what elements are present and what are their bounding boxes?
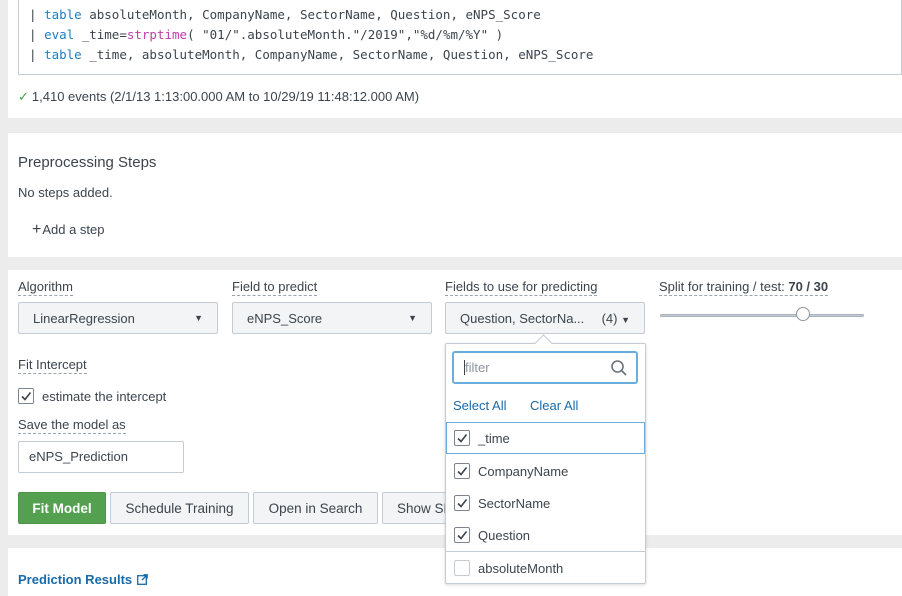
command-keyword: eval bbox=[44, 27, 75, 42]
add-step-label: Add a step bbox=[42, 222, 105, 237]
events-summary: ✓ 1,410 events (2/1/13 1:13:00.000 AM to … bbox=[18, 89, 419, 105]
command-args: ( "01/".absoluteMonth."/2019","%d/%m/%Y"… bbox=[187, 27, 504, 42]
command-args: absoluteMonth, CompanyName, SectorName, … bbox=[81, 7, 541, 22]
checkmark-icon bbox=[21, 392, 32, 401]
command-args: _time= bbox=[74, 27, 127, 42]
open-in-search-button[interactable]: Open in Search bbox=[253, 492, 378, 524]
fields-to-use-dropdown[interactable]: Question, SectorNa... (4) ▼ bbox=[445, 302, 645, 334]
field-option-label: SectorName bbox=[478, 495, 551, 511]
no-steps-text: No steps added. bbox=[18, 185, 113, 200]
select-all-link[interactable]: Select All bbox=[453, 398, 506, 413]
pipe-symbol: | bbox=[29, 47, 37, 62]
checkmark-icon bbox=[457, 531, 468, 540]
field-to-predict-value: eNPS_Score bbox=[247, 310, 323, 326]
fit-model-button[interactable]: Fit Model bbox=[18, 492, 106, 524]
field-checkbox[interactable] bbox=[454, 430, 470, 446]
algorithm-label: Algorithm bbox=[18, 279, 73, 296]
search-line: | eval _time=strptime( "01/".absoluteMon… bbox=[29, 27, 503, 43]
checkmark-icon bbox=[457, 434, 468, 443]
prediction-results-link[interactable]: Prediction Results bbox=[18, 572, 148, 587]
search-editor[interactable]: | table absoluteMonth, CompanyName, Sect… bbox=[18, 0, 902, 75]
search-line: | table _time, absoluteMonth, CompanyNam… bbox=[29, 47, 593, 63]
algorithm-value: LinearRegression bbox=[33, 310, 135, 326]
field-checkbox[interactable] bbox=[454, 495, 470, 511]
split-slider-track[interactable] bbox=[660, 314, 864, 317]
search-line: | table absoluteMonth, CompanyName, Sect… bbox=[29, 7, 541, 23]
field-option-companyname[interactable]: CompanyName bbox=[446, 455, 645, 487]
split-slider-handle[interactable] bbox=[795, 307, 810, 321]
split-label: Split for training / test: 70 / 30 bbox=[659, 279, 829, 296]
preprocessing-title: Preprocessing Steps bbox=[18, 154, 157, 171]
pipe-symbol: | bbox=[29, 27, 37, 42]
field-option-question[interactable]: Question bbox=[446, 519, 645, 551]
prediction-results-title: Prediction Results bbox=[18, 572, 133, 587]
external-link-icon bbox=[137, 574, 148, 585]
clear-all-link[interactable]: Clear All bbox=[530, 398, 578, 413]
checkmark-icon bbox=[457, 467, 468, 476]
pipe-symbol: | bbox=[29, 7, 37, 22]
chevron-down-icon: ▼ bbox=[621, 314, 630, 325]
field-to-predict-dropdown[interactable]: eNPS_Score ▼ bbox=[232, 302, 432, 334]
plus-icon: + bbox=[32, 221, 42, 238]
command-args: _time, absoluteMonth, CompanyName, Secto… bbox=[81, 47, 594, 62]
estimate-intercept-checkbox[interactable] bbox=[18, 388, 34, 404]
command-keyword: table bbox=[44, 47, 82, 62]
command-keyword: table bbox=[44, 7, 82, 22]
fields-to-use-value: Question, SectorNa... bbox=[460, 310, 585, 326]
save-model-label: Save the model as bbox=[18, 417, 126, 434]
check-icon: ✓ bbox=[18, 89, 29, 104]
field-option-label: _time bbox=[478, 430, 510, 446]
fields-count-badge: (4) bbox=[601, 310, 618, 326]
estimate-intercept-option[interactable]: estimate the intercept bbox=[18, 388, 166, 404]
preprocessing-panel bbox=[8, 133, 902, 257]
field-checkbox[interactable] bbox=[454, 527, 470, 543]
algorithm-dropdown[interactable]: LinearRegression ▼ bbox=[18, 302, 218, 334]
add-step-button[interactable]: +Add a step bbox=[32, 221, 105, 239]
field-to-predict-label: Field to predict bbox=[232, 279, 318, 296]
events-text: 1,410 events (2/1/13 1:13:00.000 AM to 1… bbox=[31, 89, 420, 104]
fit-intercept-label: Fit Intercept bbox=[18, 357, 87, 374]
function-name: strptime bbox=[126, 27, 188, 42]
fields-to-use-label: Fields to use for predicting bbox=[445, 279, 598, 296]
split-value: 70 / 30 bbox=[788, 279, 829, 294]
chevron-down-icon: ▼ bbox=[194, 313, 203, 323]
field-option-sectorname[interactable]: SectorName bbox=[446, 487, 645, 519]
checkmark-icon bbox=[457, 499, 468, 508]
field-option-label: absoluteMonth bbox=[478, 560, 564, 576]
field-option-label: CompanyName bbox=[478, 463, 569, 479]
field-option-label: Question bbox=[478, 527, 531, 543]
filter-input[interactable]: filter bbox=[452, 351, 638, 384]
chevron-down-icon: ▼ bbox=[408, 313, 417, 323]
estimate-intercept-label: estimate the intercept bbox=[42, 388, 167, 404]
field-checkbox[interactable] bbox=[454, 560, 470, 576]
search-icon bbox=[611, 360, 627, 376]
split-label-text: Split for training / test: bbox=[659, 279, 785, 294]
schedule-training-button[interactable]: Schedule Training bbox=[110, 492, 249, 524]
field-checkbox[interactable] bbox=[454, 463, 470, 479]
field-option-absolutemonth[interactable]: absoluteMonth bbox=[446, 552, 645, 584]
model-name-input[interactable]: eNPS_Prediction bbox=[18, 441, 184, 473]
filter-placeholder: filter bbox=[465, 360, 490, 375]
field-option-time[interactable]: _time bbox=[446, 422, 645, 454]
